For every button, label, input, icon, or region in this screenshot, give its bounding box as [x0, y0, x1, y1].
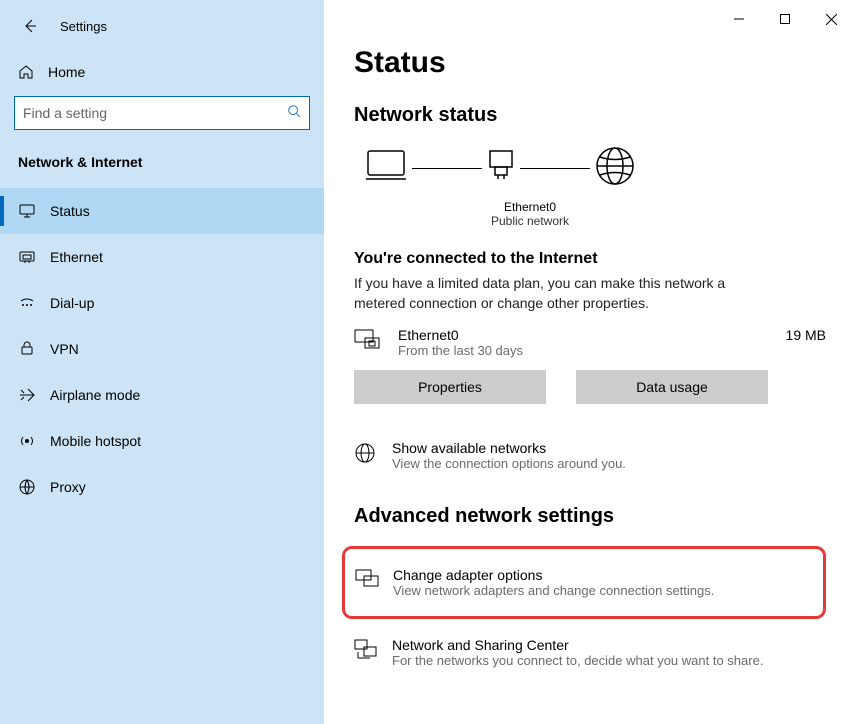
adapter-icon [486, 149, 516, 188]
sidebar: Settings Home Network & Internet Stat [0, 0, 324, 724]
status-icon [18, 202, 36, 220]
proxy-icon [18, 478, 36, 496]
home-nav[interactable]: Home [0, 54, 324, 90]
globe-small-icon [354, 442, 378, 469]
show-networks-sub: View the connection options around you. [392, 456, 626, 471]
change-adapter-row[interactable]: Change adapter options View network adap… [355, 559, 813, 606]
vpn-icon [18, 340, 36, 358]
home-icon [18, 64, 34, 80]
advanced-heading: Advanced network settings [354, 505, 826, 528]
nav-item-ethernet[interactable]: Ethernet [0, 234, 324, 280]
main-content: Status Network status Ethernet0 Public n… [324, 0, 856, 724]
search-input-wrap[interactable] [14, 96, 310, 130]
nav-label: Dial-up [50, 295, 94, 311]
nav-list: Status Ethernet Dial-up VPN [0, 188, 324, 510]
globe-icon [594, 145, 636, 192]
sharing-center-icon [354, 639, 378, 666]
connection-icon [354, 329, 380, 356]
show-networks-title: Show available networks [392, 440, 626, 456]
sharing-center-row[interactable]: Network and Sharing Center For the netwo… [354, 629, 826, 676]
minimize-button[interactable] [716, 4, 762, 34]
page-title: Status [354, 46, 826, 80]
nav-item-hotspot[interactable]: Mobile hotspot [0, 418, 324, 464]
ethernet-icon [18, 248, 36, 266]
network-diagram [364, 145, 826, 192]
connection-name: Ethernet0 [398, 327, 523, 343]
close-button[interactable] [808, 4, 854, 34]
airplane-icon [18, 386, 36, 404]
sharing-center-sub: For the networks you connect to, decide … [392, 653, 763, 668]
connection-range: From the last 30 days [398, 343, 523, 358]
search-icon [287, 104, 301, 123]
show-networks-row[interactable]: Show available networks View the connect… [354, 432, 826, 479]
sharing-center-title: Network and Sharing Center [392, 637, 763, 653]
hotspot-icon [18, 432, 36, 450]
dialup-icon [18, 294, 36, 312]
data-usage-button[interactable]: Data usage [576, 370, 768, 404]
nav-label: Mobile hotspot [50, 433, 141, 449]
computer-icon [364, 147, 408, 190]
adapter-options-title: Change adapter options [393, 567, 714, 583]
connection-row: Ethernet0 From the last 30 days 19 MB [354, 327, 826, 358]
properties-button[interactable]: Properties [354, 370, 546, 404]
adapter-options-icon [355, 569, 379, 594]
annotation-highlight: Change adapter options View network adap… [342, 546, 826, 619]
maximize-button[interactable] [762, 4, 808, 34]
section-network-status: Network status [354, 104, 826, 127]
nav-item-proxy[interactable]: Proxy [0, 464, 324, 510]
diagram-adapter-name: Ethernet0 [470, 200, 590, 214]
adapter-options-sub: View network adapters and change connect… [393, 583, 714, 598]
nav-item-vpn[interactable]: VPN [0, 326, 324, 372]
nav-label: Status [50, 203, 90, 219]
nav-label: Ethernet [50, 249, 103, 265]
nav-label: Airplane mode [50, 387, 140, 403]
home-label: Home [48, 64, 85, 80]
search-input[interactable] [23, 105, 287, 121]
diagram-profile: Public network [470, 214, 590, 228]
nav-label: Proxy [50, 479, 86, 495]
window-title: Settings [60, 19, 107, 34]
nav-item-airplane[interactable]: Airplane mode [0, 372, 324, 418]
connected-heading: You're connected to the Internet [354, 250, 826, 268]
nav-label: VPN [50, 341, 79, 357]
nav-item-status[interactable]: Status [0, 188, 324, 234]
connected-sub: If you have a limited data plan, you can… [354, 274, 754, 313]
nav-item-dialup[interactable]: Dial-up [0, 280, 324, 326]
connection-usage: 19 MB [786, 327, 826, 343]
back-button[interactable] [18, 14, 42, 38]
category-header: Network & Internet [0, 142, 324, 182]
